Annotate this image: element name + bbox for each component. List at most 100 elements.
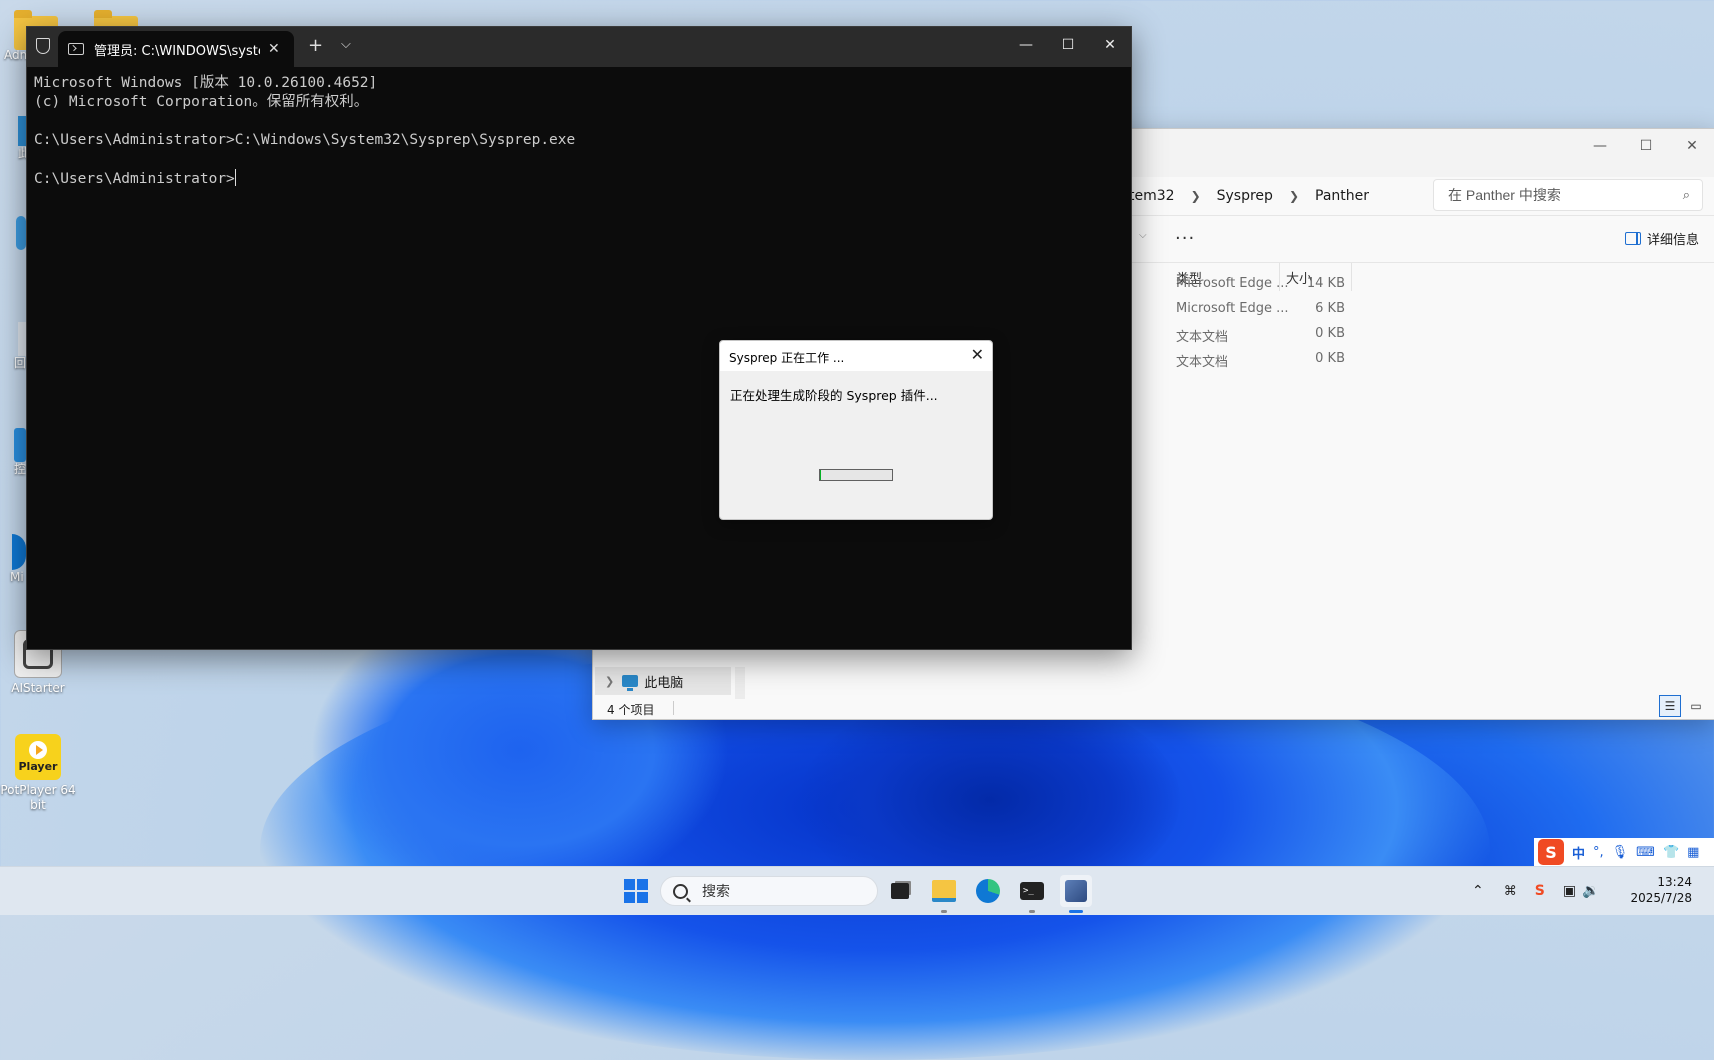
more-options-button[interactable]: ··· (1175, 228, 1195, 249)
breadcrumb-sysprep[interactable]: Sysprep (1217, 188, 1273, 204)
terminal-line: (c) Microsoft Corporation。保留所有权利。 (34, 94, 369, 110)
taskbar-clock[interactable]: 13:24 2025/7/28 (1630, 874, 1692, 906)
desktop-icon-edge[interactable]: Mi (0, 534, 26, 585)
taskbar-edge[interactable] (972, 875, 1004, 907)
breadcrumb-panther[interactable]: Panther (1315, 188, 1369, 204)
close-icon[interactable]: ✕ (1669, 129, 1714, 163)
clock-date: 2025/7/28 (1630, 891, 1692, 905)
keyboard-icon[interactable]: ⌨ (1636, 845, 1655, 860)
ime-punct-toggle[interactable]: °, (1593, 845, 1604, 860)
search-icon (673, 883, 688, 899)
edge-icon (976, 879, 1000, 903)
maximize-icon[interactable]: ☐ (1623, 129, 1669, 163)
sysprep-progress-dialog[interactable]: Sysprep 正在工作 ... ✕ 正在处理生成阶段的 Sysprep 插件.… (719, 340, 993, 520)
start-button[interactable] (620, 875, 652, 907)
folder-icon (932, 880, 956, 902)
desktop-icon-control-panel[interactable]: 控 (0, 428, 26, 477)
dialog-titlebar[interactable]: Sysprep 正在工作 ... ✕ (720, 341, 992, 371)
control-panel-icon (14, 428, 26, 462)
recycle-bin-icon (18, 322, 26, 356)
play-icon (29, 740, 47, 759)
sidebar-item-label: 此电脑 (644, 675, 684, 691)
tiles-view-icon[interactable]: ▭ (1685, 695, 1707, 717)
sidebar-scrollbar[interactable] (735, 667, 745, 699)
tab-title: 管理员: C:\WINDOWS\system32 (94, 43, 260, 59)
desktop-icon-label: 控 (14, 462, 27, 476)
terminal-tab[interactable]: 管理员: C:\WINDOWS\system32 ✕ (58, 31, 294, 67)
details-pane-button[interactable]: 详细信息 (1624, 229, 1699, 248)
desktop-icon-label: AIStarter (11, 681, 65, 695)
explorer-search-box[interactable]: ⌕ (1433, 179, 1703, 211)
chevron-up-icon[interactable]: ⌃ (1472, 883, 1484, 899)
terminal-titlebar[interactable]: 管理员: C:\WINDOWS\system32 ✕ + ⌵ — ☐ ✕ (27, 27, 1131, 67)
search-input[interactable] (1446, 186, 1683, 204)
chevron-right-icon[interactable]: ❯ (605, 675, 614, 688)
toolbox-icon[interactable]: ▦ (1687, 845, 1699, 860)
edge-icon (12, 534, 26, 570)
sogou-tray-icon[interactable]: S (1535, 883, 1545, 899)
tab-dropdown-button[interactable]: ⌵ (341, 37, 351, 52)
desktop-icon-network[interactable] (0, 216, 26, 250)
dialog-message: 正在处理生成阶段的 Sysprep 插件... (730, 388, 938, 403)
sogou-logo-icon[interactable]: S (1538, 839, 1564, 865)
details-pane-icon (1624, 232, 1641, 245)
terminal-icon: >_ (1020, 882, 1044, 900)
item-count: 4 个项目 (607, 703, 655, 717)
progress-bar (819, 469, 893, 481)
file-type-cell: Microsoft Edge ... (1176, 276, 1289, 291)
skin-icon[interactable]: 👕 (1663, 845, 1679, 860)
chevron-down-icon[interactable]: ⌵ (1139, 230, 1147, 241)
ime-mode-toggle[interactable]: 中 (1572, 843, 1585, 862)
view-toggle: ☰ ▭ (1659, 695, 1707, 717)
terminal-window-controls: — ☐ ✕ (1005, 27, 1131, 63)
taskbar-task-view[interactable] (884, 875, 916, 907)
minimize-icon[interactable]: — (1005, 27, 1047, 63)
file-size-cell: 0 KB (1315, 351, 1345, 366)
microphone-icon[interactable]: 🎙 (1612, 845, 1629, 860)
desktop-icon-potplayer[interactable]: Player PotPlayer 64 bit (0, 734, 76, 813)
terminal-line: ​ (34, 112, 1124, 131)
file-size-cell: 14 KB (1306, 276, 1345, 291)
ime-toolbar[interactable]: S 中 °, 🎙 ⌨ 👕 ▦ (1534, 838, 1714, 866)
new-tab-button[interactable]: + (308, 35, 323, 56)
terminal-prompt: C:\Users\Administrator> (34, 171, 235, 187)
desktop-icon-label: PotPlayer 64 bit (0, 783, 76, 812)
close-icon[interactable]: ✕ (1089, 27, 1131, 63)
terminal-window[interactable]: 管理员: C:\WINDOWS\system32 ✕ + ⌵ — ☐ ✕ Mic… (26, 26, 1132, 650)
tab-close-icon[interactable]: ✕ (268, 41, 280, 57)
maximize-icon[interactable]: ☐ (1047, 27, 1089, 63)
taskbar-terminal[interactable]: >_ (1016, 875, 1048, 913)
ime-indicator-icon[interactable]: ⌘ (1504, 884, 1517, 899)
desktop-icon-label: 此 (18, 146, 31, 160)
terminal-output[interactable]: Microsoft Windows [版本 10.0.26100.4652] (c… (27, 67, 1131, 196)
taskbar-search-input[interactable] (700, 882, 824, 900)
details-label: 详细信息 (1646, 233, 1699, 248)
terminal-line: Microsoft Windows [版本 10.0.26100.4652] (34, 75, 378, 91)
volume-icon[interactable]: 🔉 (1582, 883, 1599, 899)
desktop-icon-label: Mi (10, 570, 24, 584)
network-icon[interactable]: ▣ (1563, 883, 1576, 899)
clock-time: 13:24 (1657, 875, 1692, 889)
desktop-icon-this-pc[interactable]: 此 (0, 116, 31, 161)
details-view-icon[interactable]: ☰ (1659, 695, 1681, 717)
taskbar-search[interactable] (660, 876, 878, 906)
terminal-prompt-line[interactable]: C:\Users\Administrator> (34, 169, 1124, 189)
sidebar-item-this-pc[interactable]: ❯ 此电脑 (595, 667, 731, 695)
file-type-cell: Microsoft Edge ... (1176, 301, 1289, 316)
close-icon[interactable]: ✕ (971, 345, 984, 364)
file-size-cell: 0 KB (1315, 326, 1345, 341)
network-icon (16, 216, 26, 250)
potplayer-icon: Player (15, 734, 61, 780)
chevron-right-icon: ❯ (1288, 189, 1299, 203)
taskbar-file-explorer[interactable] (928, 875, 960, 913)
shield-icon (36, 38, 50, 54)
taskbar: >_ ⌃ ⌘ S ▣ 🔉 13:24 2025/7/28 (0, 866, 1714, 915)
desktop-icon-recycle-bin[interactable]: 回 (0, 322, 26, 371)
text-cursor (234, 169, 236, 186)
explorer-status-bar: 4 个项目 ☰ ▭ (593, 695, 1714, 719)
breadcrumb-system32[interactable]: tem32 (1129, 188, 1175, 204)
file-type-cell: 文本文档 (1176, 355, 1229, 370)
chevron-right-icon: ❯ (1190, 189, 1201, 203)
taskbar-sysprep[interactable] (1060, 875, 1092, 913)
minimize-icon[interactable]: — (1577, 129, 1623, 163)
